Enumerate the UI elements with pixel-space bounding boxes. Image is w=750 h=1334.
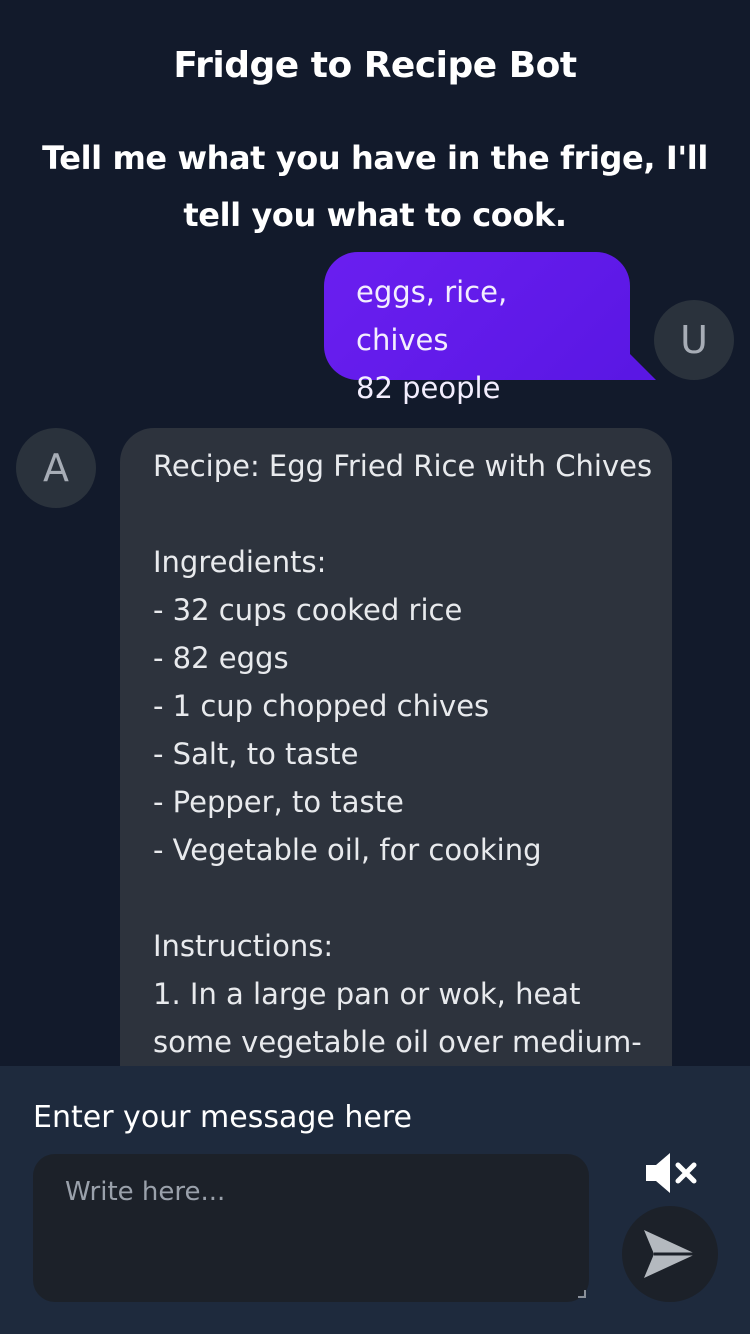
- composer-label: Enter your message here: [33, 1100, 413, 1135]
- bot-message-line: - 1 cup chopped chives: [153, 689, 490, 723]
- bot-message-line: - Vegetable oil, for cooking: [153, 833, 542, 867]
- send-arrow-icon: [644, 1230, 696, 1278]
- speaker-muted-icon: [646, 1153, 697, 1193]
- mute-button[interactable]: [640, 1143, 700, 1203]
- page-title: Fridge to Recipe Bot: [173, 45, 577, 86]
- bot-message-line: - 32 cups cooked rice: [153, 593, 463, 627]
- bot-message-line: 1. In a large pan or wok, heat: [153, 977, 581, 1011]
- bot-avatar: A: [16, 428, 96, 508]
- bot-message-line: [153, 490, 642, 538]
- bot-message-line: - Salt, to taste: [153, 737, 359, 771]
- chat-page: Fridge to Recipe Bot Tell me what you ha…: [0, 0, 750, 1334]
- bot-message-line: Ingredients:: [153, 545, 327, 579]
- user-message-bubble: eggs, rice, chives 82 people: [324, 252, 630, 405]
- message-composer: Enter your message here: [0, 1066, 750, 1334]
- user-message-line: 82 people: [356, 371, 501, 405]
- message-input[interactable]: [33, 1154, 589, 1302]
- bot-message-line: [153, 874, 642, 922]
- bot-message-line: Instructions:: [153, 929, 334, 963]
- user-message-line: eggs, rice, chives: [356, 275, 508, 357]
- bot-message-line: - Pepper, to taste: [153, 785, 404, 819]
- send-button[interactable]: [622, 1206, 718, 1302]
- bot-message-bubble: Recipe: Egg Fried Rice with Chives Ingre…: [120, 428, 672, 1148]
- user-avatar: U: [654, 300, 734, 380]
- bot-message-line: Recipe: Egg Fried Rice with Chives: [153, 449, 653, 483]
- bot-message-line: some vegetable oil over medium-: [153, 1025, 642, 1059]
- bot-message-line: - 82 eggs: [153, 641, 289, 675]
- page-subtitle: Tell me what you have in the frige, I'll…: [42, 139, 708, 234]
- resize-handle[interactable]: [578, 1290, 586, 1298]
